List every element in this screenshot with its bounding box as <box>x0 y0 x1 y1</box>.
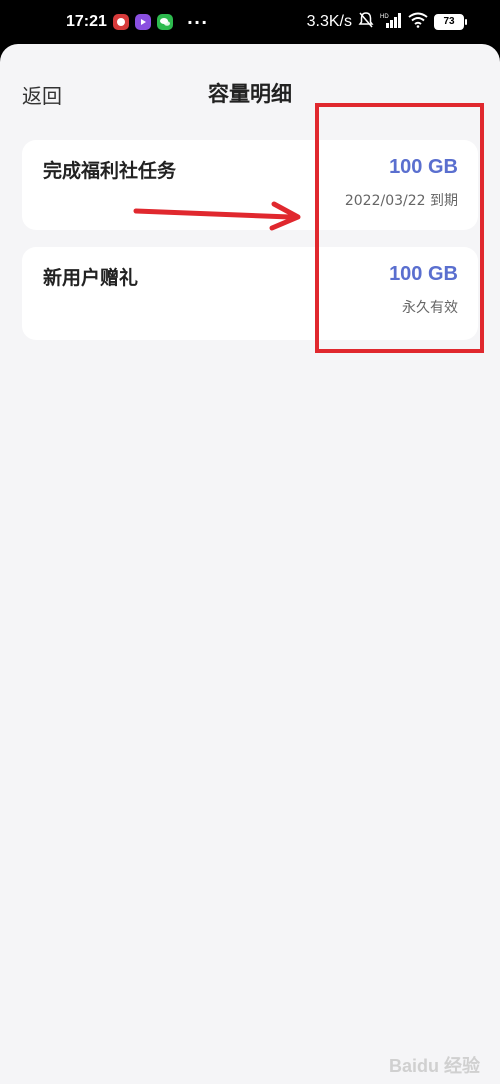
screen: 返回 容量明细 完成福利社任务 100 GB 2022/03/22 到期 新用户… <box>0 44 500 1084</box>
video-app-icon <box>134 14 151 30</box>
item-title: 新用户赠礼 <box>43 267 139 289</box>
app-notification-icon <box>112 14 129 30</box>
status-bar: 17:21 ··· 3.3K/s HD 73 <box>0 0 500 44</box>
annotation-arrow-icon <box>133 201 301 231</box>
wechat-icon <box>156 14 173 30</box>
svg-text:HD: HD <box>380 14 389 20</box>
status-right: 3.3K/s HD 73 <box>306 0 467 44</box>
wifi-icon <box>408 12 428 32</box>
battery-icon: 73 <box>434 14 467 30</box>
more-notifications-icon: ··· <box>186 12 209 32</box>
item-title: 完成福利社任务 <box>43 160 177 182</box>
annotation-box <box>315 103 484 353</box>
network-speed: 3.3K/s <box>306 13 352 30</box>
status-left: 17:21 ··· <box>66 0 208 44</box>
mute-bell-icon <box>358 11 374 33</box>
signal-icon: HD <box>380 12 402 32</box>
watermark-logo: Baidu 经验 <box>388 1056 480 1076</box>
status-time: 17:21 <box>66 13 107 30</box>
